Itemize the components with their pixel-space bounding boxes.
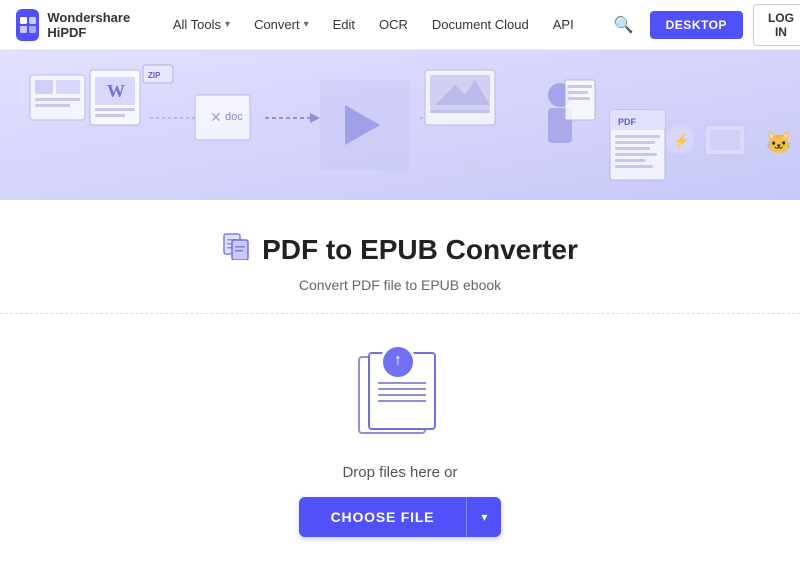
convert-chevron-icon: ▾ [304, 19, 309, 30]
navbar: Wondershare HiPDF All Tools ▾ Convert ▾ … [0, 0, 800, 50]
choose-file-dropdown-button[interactable]: ▾ [466, 497, 501, 537]
nav-ocr[interactable]: OCR [369, 11, 418, 38]
upload-arrow-icon: ↑ [394, 353, 402, 369]
svg-text:ZIP: ZIP [148, 71, 161, 80]
drop-text: Drop files here or [342, 464, 457, 481]
upload-illustration: ↑ [350, 344, 450, 444]
svg-text:W: W [107, 81, 125, 101]
nav-convert[interactable]: Convert ▾ [244, 11, 319, 38]
converter-icon [222, 232, 250, 267]
desktop-button[interactable]: DESKTOP [650, 11, 743, 39]
logo-icon [16, 9, 39, 41]
logo[interactable]: Wondershare HiPDF [16, 9, 139, 41]
choose-file-button[interactable]: CHOOSE FILE [299, 497, 467, 537]
search-button[interactable]: 🔍 [608, 9, 640, 41]
page-content: PDF to EPUB Converter Convert PDF file t… [0, 200, 800, 567]
all-tools-chevron-icon: ▾ [225, 19, 230, 30]
login-button[interactable]: LOG IN [753, 4, 800, 46]
search-icon: 🔍 [614, 17, 634, 34]
svg-text:⚡: ⚡ [673, 133, 689, 149]
svg-text:PDF: PDF [618, 117, 637, 127]
nav-document-cloud[interactable]: Document Cloud [422, 11, 539, 38]
svg-text:doc: doc [225, 111, 243, 123]
nav-api[interactable]: API [543, 11, 584, 38]
logo-text: Wondershare HiPDF [47, 10, 139, 40]
page-subtitle: Convert PDF file to EPUB ebook [299, 277, 501, 293]
nav-all-tools[interactable]: All Tools ▾ [163, 11, 240, 38]
chevron-down-icon: ▾ [481, 510, 487, 524]
upload-circle: ↑ [380, 344, 416, 380]
hero-banner: W ZIP ✕ doc PDF [0, 50, 800, 200]
nav-edit[interactable]: Edit [323, 11, 365, 38]
nav-links: All Tools ▾ Convert ▾ Edit OCR Document … [163, 11, 584, 38]
document-stack: ↑ [350, 344, 450, 444]
page-title: PDF to EPUB Converter [222, 232, 578, 267]
choose-file-container: CHOOSE FILE ▾ [299, 497, 502, 537]
drop-zone[interactable]: ↑ Drop files here or CHOOSE FILE ▾ [0, 334, 800, 567]
svg-text:✕: ✕ [210, 109, 222, 125]
nav-right: 🔍 DESKTOP LOG IN [608, 4, 800, 46]
hero-illustration: W ZIP ✕ doc PDF [0, 50, 800, 200]
svg-text:🐱: 🐱 [765, 130, 792, 155]
section-divider [0, 313, 800, 314]
